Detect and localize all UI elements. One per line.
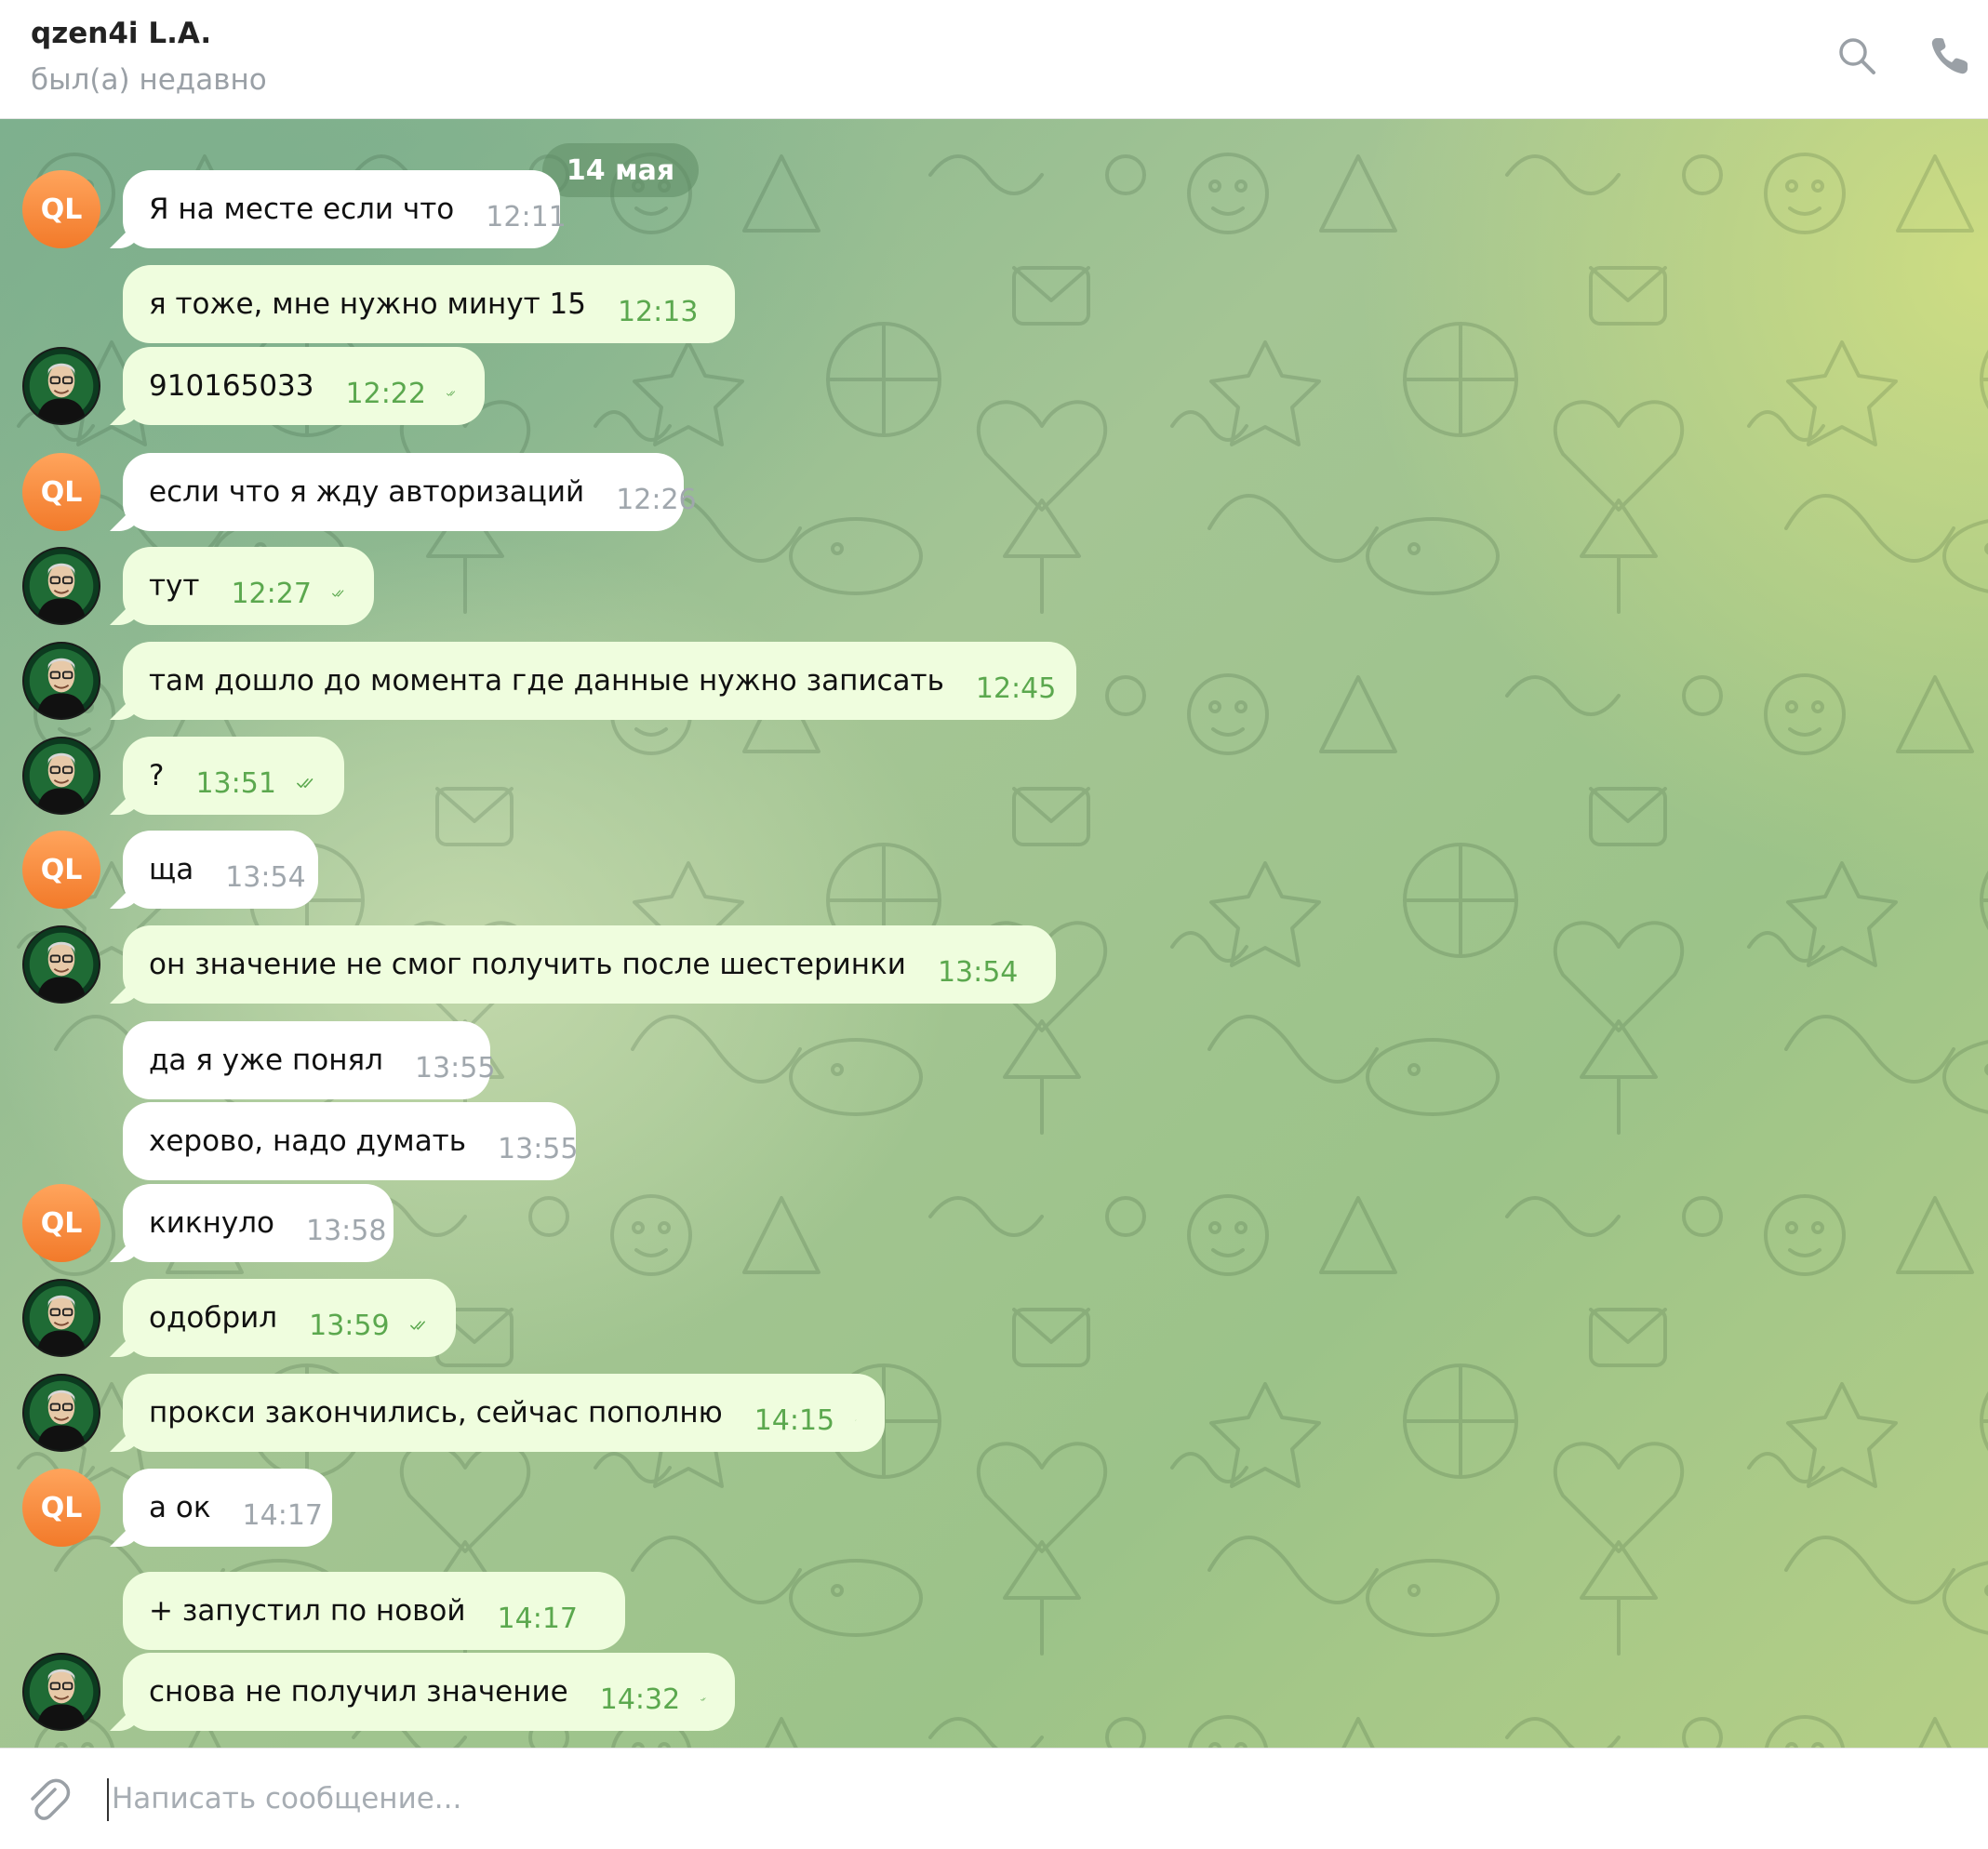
incoming-message[interactable]: ща 13:54 <box>123 831 318 909</box>
message-text: кикнуло <box>149 1206 274 1240</box>
read-double-check-icon <box>700 1697 706 1701</box>
read-double-check-icon <box>332 590 344 597</box>
message-text: если что я жду авторизаций <box>149 475 585 509</box>
message-time: 12:27 <box>231 577 312 610</box>
paperclip-icon[interactable] <box>24 1776 71 1823</box>
message-text: я тоже, мне нужно минут 15 <box>149 287 586 321</box>
message-text: ща <box>149 853 194 886</box>
peer-avatar[interactable]: QL <box>22 1469 100 1547</box>
outgoing-message[interactable]: одобрил 13:59 <box>123 1279 456 1357</box>
peer-avatar[interactable]: QL <box>22 831 100 909</box>
chat-header: qzen4i L.A. был(а) недавно <box>0 0 1988 119</box>
message-text: херово, надо думать <box>149 1124 467 1158</box>
my-avatar[interactable] <box>22 1374 100 1452</box>
incoming-message[interactable]: если что я жду авторизаций 12:26 <box>123 453 697 531</box>
message-time: 13:54 <box>225 860 306 894</box>
message-time: 12:22 <box>345 377 426 410</box>
incoming-message[interactable]: а ок 14:17 <box>123 1469 332 1547</box>
read-double-check-icon <box>447 391 456 396</box>
message-time: 13:54 <box>937 955 1019 989</box>
phone-icon[interactable] <box>1928 33 1972 78</box>
outgoing-message[interactable]: прокси закончились, сейчас пополню 14:15 <box>123 1374 885 1452</box>
message-text: там дошло до момента где данные нужно за… <box>149 664 944 698</box>
message-text: + запустил по новой <box>149 1594 466 1628</box>
incoming-message[interactable]: херово, надо думать 13:55 <box>123 1102 579 1180</box>
outgoing-message[interactable]: я тоже, мне нужно минут 15 12:13 <box>123 265 735 343</box>
message-time: 13:59 <box>309 1309 390 1342</box>
message-time: 14:32 <box>599 1683 681 1716</box>
message-text: Я на месте если что <box>149 193 455 226</box>
incoming-message[interactable]: Я на месте если что 12:11 <box>123 170 567 248</box>
chat-history[interactable]: 14 мая QL Я на месте если что 12:11 я тоже,… <box>0 119 1988 1748</box>
message-time: 14:17 <box>242 1498 324 1532</box>
message-time: 14:17 <box>497 1602 579 1635</box>
peer-avatar[interactable]: QL <box>22 170 100 248</box>
message-time: 12:26 <box>616 483 697 516</box>
message-time: 13:58 <box>306 1214 387 1247</box>
incoming-message[interactable]: кикнуло 13:58 <box>123 1184 394 1262</box>
peer-name[interactable]: qzen4i L.A. <box>31 17 211 50</box>
outgoing-message[interactable]: он значение не смог получить после шесте… <box>123 925 1056 1004</box>
message-text: да я уже понял <box>149 1044 383 1077</box>
message-text: ? <box>149 759 165 792</box>
my-avatar[interactable] <box>22 642 100 720</box>
composer <box>0 1748 1988 1849</box>
message-text: одобрил <box>149 1301 278 1335</box>
my-avatar[interactable] <box>22 347 100 425</box>
my-avatar[interactable] <box>22 737 100 815</box>
my-avatar[interactable] <box>22 1279 100 1357</box>
my-avatar[interactable] <box>22 925 100 1004</box>
outgoing-message[interactable]: там дошло до момента где данные нужно за… <box>123 642 1076 720</box>
outgoing-message[interactable]: + запустил по новой 14:17 <box>123 1572 625 1650</box>
outgoing-message[interactable]: 910165033 12:22 <box>123 347 485 425</box>
message-input[interactable] <box>112 1775 1879 1823</box>
read-double-check-icon <box>297 778 314 788</box>
read-double-check-icon <box>409 1321 425 1330</box>
text-caret <box>107 1778 109 1821</box>
message-text: он значение не смог получить после шесте… <box>149 948 906 981</box>
message-time: 13:55 <box>414 1051 496 1084</box>
peer-avatar[interactable]: QL <box>22 1184 100 1262</box>
message-text: снова не получил значение <box>149 1675 568 1709</box>
date-separator: 14 мая <box>542 143 699 197</box>
search-icon[interactable] <box>1835 33 1879 78</box>
message-time: 12:45 <box>975 672 1057 705</box>
message-time: 12:11 <box>486 200 567 233</box>
outgoing-message[interactable]: тут 12:27 <box>123 547 374 625</box>
peer-avatar[interactable]: QL <box>22 453 100 531</box>
my-avatar[interactable] <box>22 1653 100 1731</box>
message-time: 14:15 <box>754 1403 835 1437</box>
message-text: а ок <box>149 1491 211 1524</box>
message-time: 12:13 <box>617 295 699 328</box>
my-avatar[interactable] <box>22 547 100 625</box>
read-double-check-icon <box>855 1419 857 1421</box>
outgoing-message[interactable]: ? 13:51 <box>123 737 344 815</box>
message-time: 13:51 <box>195 766 276 800</box>
incoming-message[interactable]: да я уже понял 13:55 <box>123 1021 495 1099</box>
peer-status: был(а) недавно <box>31 63 267 97</box>
message-text: прокси закончились, сейчас пополню <box>149 1396 723 1430</box>
message-text: тут <box>149 569 200 603</box>
message-time: 13:55 <box>498 1132 579 1165</box>
message-text: 910165033 <box>149 369 314 403</box>
outgoing-message[interactable]: снова не получил значение 14:32 <box>123 1653 735 1731</box>
